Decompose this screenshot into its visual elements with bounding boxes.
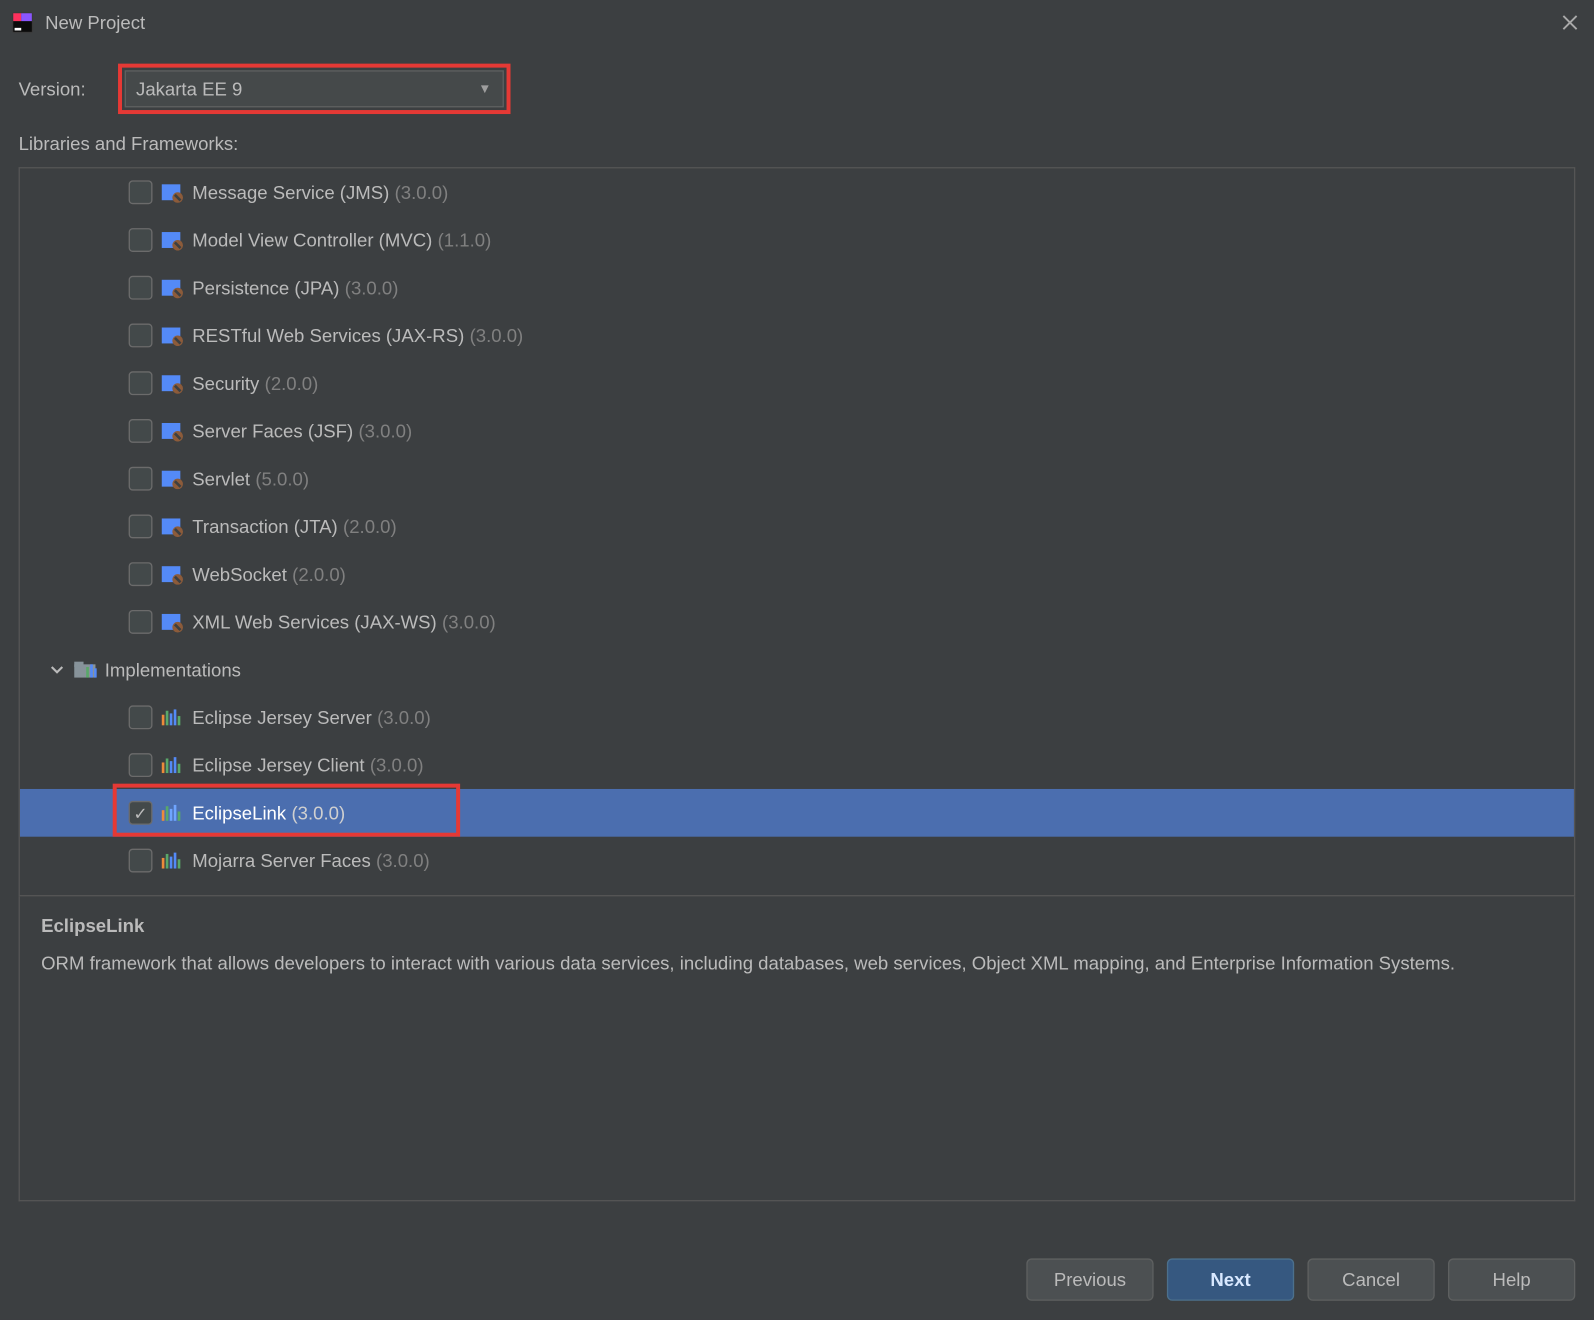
checkbox[interactable]	[129, 562, 153, 586]
library-icon	[160, 850, 184, 871]
tree-item-name: Mojarra Server Faces	[192, 850, 370, 871]
library-icon	[160, 420, 184, 441]
tree-item[interactable]: Transaction (JTA) (2.0.0)	[20, 503, 1574, 551]
tree-item-name: Servlet	[192, 468, 250, 489]
tree-item-name: Security	[192, 373, 259, 394]
checkbox[interactable]	[129, 180, 153, 204]
libraries-tree[interactable]: Message Service (JMS) (3.0.0) Model View…	[19, 167, 1576, 896]
tree-item-version: (3.0.0)	[395, 182, 449, 203]
tree-item-version: (3.0.0)	[442, 611, 496, 632]
intellij-icon	[11, 11, 35, 35]
version-combo-highlight: Jakarta EE 9 ▼	[117, 64, 509, 114]
tree-item-name: Persistence (JPA)	[192, 277, 339, 298]
description-title: EclipseLink	[41, 915, 1553, 936]
tree-item[interactable]: Eclipse Jersey Server (3.0.0)	[20, 693, 1574, 741]
group-label: Implementations	[105, 659, 241, 680]
button-bar: Previous Next Cancel Help	[0, 1242, 1594, 1319]
tree-item-version: (3.0.0)	[345, 277, 399, 298]
version-label: Version:	[19, 78, 86, 99]
version-combo-text: Jakarta EE 9	[136, 78, 478, 99]
library-icon	[160, 325, 184, 346]
tree-item-name: Message Service (JMS)	[192, 182, 389, 203]
tree-item[interactable]: Mojarra Server Faces (3.0.0)	[20, 837, 1574, 885]
help-button[interactable]: Help	[1448, 1258, 1575, 1300]
description-body: ORM framework that allows developers to …	[41, 949, 1553, 977]
checkbox[interactable]	[129, 705, 153, 729]
tree-item[interactable]: Security (2.0.0)	[20, 359, 1574, 407]
tree-item-name: XML Web Services (JAX-WS)	[192, 611, 436, 632]
tree-item[interactable]: RESTful Web Services (JAX-RS) (3.0.0)	[20, 312, 1574, 360]
chevron-down-icon: ▼	[478, 82, 491, 97]
version-combo[interactable]: Jakarta EE 9 ▼	[124, 70, 503, 107]
library-icon	[160, 373, 184, 394]
form-area: Version: Jakarta EE 9 ▼ Libraries and Fr…	[0, 45, 1594, 167]
library-icon	[160, 277, 184, 298]
tree-item-version: (5.0.0)	[255, 468, 309, 489]
tree-item-name: Eclipse Jersey Server	[192, 707, 372, 728]
tree-item-version: (3.0.0)	[370, 754, 424, 775]
checkbox[interactable]	[129, 228, 153, 252]
tree-item-name: Transaction (JTA)	[192, 516, 337, 537]
checkbox[interactable]	[129, 276, 153, 300]
library-icon	[160, 754, 184, 775]
tree-item[interactable]: Model View Controller (MVC) (1.1.0)	[20, 216, 1574, 264]
tree-item[interactable]: Message Service (JMS) (3.0.0)	[20, 168, 1574, 216]
folder-icon	[73, 659, 97, 680]
implementations-group[interactable]: Implementations	[20, 646, 1574, 694]
checkbox[interactable]	[129, 467, 153, 491]
checkbox[interactable]	[129, 324, 153, 348]
tree-item-eclipselink[interactable]: EclipseLink (3.0.0)	[20, 789, 1574, 837]
library-icon	[160, 182, 184, 203]
version-row: Version: Jakarta EE 9 ▼	[19, 64, 1576, 114]
previous-button[interactable]: Previous	[1026, 1258, 1153, 1300]
window-title: New Project	[45, 12, 1559, 33]
checkbox[interactable]	[129, 371, 153, 395]
description-panel: EclipseLink ORM framework that allows de…	[19, 896, 1576, 1201]
next-button[interactable]: Next	[1167, 1258, 1294, 1300]
tree-item-name: EclipseLink	[192, 802, 286, 823]
checkbox[interactable]	[129, 849, 153, 873]
tree-item-name: Server Faces (JSF)	[192, 420, 353, 441]
library-icon	[160, 611, 184, 632]
tree-item[interactable]: Server Faces (JSF) (3.0.0)	[20, 407, 1574, 455]
tree-item-name: WebSocket	[192, 564, 287, 585]
library-icon	[160, 516, 184, 537]
titlebar: New Project	[0, 0, 1594, 45]
tree-item-version: (2.0.0)	[292, 564, 346, 585]
libraries-section-label: Libraries and Frameworks:	[19, 133, 1576, 154]
tree-item-version: (3.0.0)	[291, 802, 345, 823]
tree-item-name: Eclipse Jersey Client	[192, 754, 364, 775]
tree-item-version: (3.0.0)	[470, 325, 524, 346]
library-icon	[160, 707, 184, 728]
tree-item[interactable]: Persistence (JPA) (3.0.0)	[20, 264, 1574, 312]
library-icon	[160, 802, 184, 823]
close-icon[interactable]	[1559, 12, 1580, 33]
chevron-down-icon[interactable]	[49, 662, 68, 678]
tree-item-version: (3.0.0)	[376, 850, 430, 871]
tree-item[interactable]: Servlet (5.0.0)	[20, 455, 1574, 503]
tree-item-version: (3.0.0)	[377, 707, 431, 728]
tree-item[interactable]: WebSocket (2.0.0)	[20, 550, 1574, 598]
new-project-dialog: New Project Version: Jakarta EE 9 ▼ Libr…	[0, 0, 1594, 1319]
tree-item-version: (3.0.0)	[358, 420, 412, 441]
cancel-button[interactable]: Cancel	[1307, 1258, 1434, 1300]
checkbox[interactable]	[129, 753, 153, 777]
library-icon	[160, 229, 184, 250]
tree-item-version: (2.0.0)	[265, 373, 319, 394]
tree-item[interactable]: XML Web Services (JAX-WS) (3.0.0)	[20, 598, 1574, 646]
library-icon	[160, 564, 184, 585]
tree-item-name: Model View Controller (MVC)	[192, 229, 432, 250]
checkbox[interactable]	[129, 610, 153, 634]
checkbox[interactable]	[129, 514, 153, 538]
tree-item-name: RESTful Web Services (JAX-RS)	[192, 325, 464, 346]
tree-item-version: (1.1.0)	[438, 229, 492, 250]
checkbox[interactable]	[129, 419, 153, 443]
tree-item-version: (2.0.0)	[343, 516, 397, 537]
library-icon	[160, 468, 184, 489]
checkbox-checked[interactable]	[129, 801, 153, 825]
tree-item[interactable]: Eclipse Jersey Client (3.0.0)	[20, 741, 1574, 789]
